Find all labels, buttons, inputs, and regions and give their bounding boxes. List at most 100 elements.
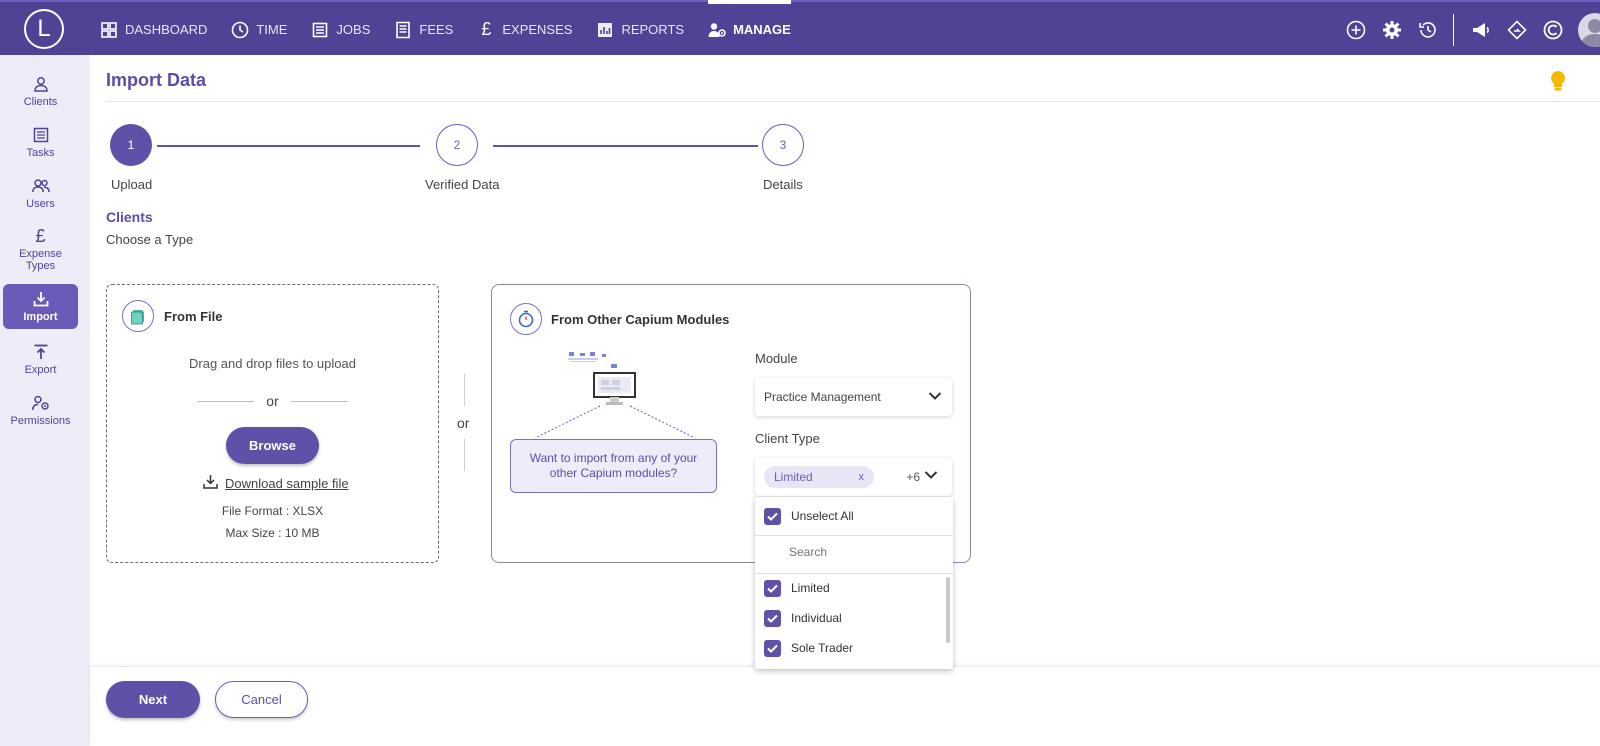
chip-remove-button[interactable]: x <box>859 471 865 483</box>
checkbox-checked-icon[interactable] <box>764 609 781 627</box>
sidebar-item-label: Expense Types <box>19 248 62 272</box>
option-sole-trader[interactable]: Sole Trader <box>755 633 953 663</box>
toolbar-divider <box>1453 13 1454 46</box>
checkbox-checked-icon[interactable] <box>764 579 781 597</box>
sidebar-item-label: Export <box>24 364 57 376</box>
or-text: or <box>266 393 279 409</box>
sidebar-item-label: Import <box>23 311 58 323</box>
cancel-button[interactable]: Cancel <box>215 681 308 718</box>
sidebar-item-label: Clients <box>23 96 58 108</box>
step-connector <box>157 145 420 147</box>
reports-icon <box>596 21 614 39</box>
client-type-chip: Limited x <box>764 466 874 488</box>
chevron-down-icon <box>924 469 938 483</box>
dashboard-icon <box>100 21 118 39</box>
from-modules-title: From Other Capium Modules <box>551 312 730 327</box>
sidebar-item-permissions[interactable]: Permissions <box>3 394 78 430</box>
vertical-divider <box>464 374 465 406</box>
option-limited[interactable]: Limited <box>755 573 953 603</box>
capium-logo-icon[interactable] <box>1542 19 1564 41</box>
download-sample-link[interactable]: Download sample file <box>203 474 349 492</box>
megaphone-icon[interactable] <box>1470 19 1492 41</box>
sidebar-item-label: Permissions <box>10 415 71 427</box>
import-icon <box>32 290 50 308</box>
history-icon[interactable] <box>1417 19 1439 41</box>
sidebar-item-tasks[interactable]: Tasks <box>3 126 78 162</box>
checkbox-checked-icon[interactable] <box>764 507 781 525</box>
client-type-select[interactable]: Limited x +6 <box>755 458 952 496</box>
dropdown-divider <box>755 535 953 536</box>
checkbox-checked-icon[interactable] <box>764 639 781 657</box>
nav-jobs[interactable]: JOBS <box>311 2 370 57</box>
chevron-down-icon <box>928 390 942 404</box>
export-icon <box>32 343 50 361</box>
step-1-circle: 1 <box>110 124 152 166</box>
tasks-icon <box>32 126 50 144</box>
extra-selected-count: +6 <box>906 470 920 484</box>
dropdown-scrollbar[interactable] <box>946 577 950 643</box>
or-divider: or <box>197 392 349 410</box>
step-number: 3 <box>779 138 787 152</box>
from-file-card[interactable] <box>106 284 439 563</box>
nav-time[interactable]: TIME <box>231 2 287 57</box>
nav-manage[interactable]: MANAGE <box>708 0 791 57</box>
gear-icon[interactable] <box>1381 19 1403 41</box>
step-number: 2 <box>453 138 461 152</box>
module-label: Module <box>755 351 798 366</box>
option-individual[interactable]: Individual <box>755 603 953 633</box>
or-line <box>290 400 349 402</box>
option-label: Sole Trader <box>791 641 854 655</box>
user-icon <box>32 75 50 93</box>
sidebar-item-import[interactable]: Import <box>3 284 78 329</box>
lightbulb-icon[interactable] <box>1548 70 1568 92</box>
or-line <box>197 400 255 402</box>
main-nav: DASHBOARD TIME JOBS FEES £ EXPENSES REPO… <box>100 0 815 57</box>
nav-label: REPORTS <box>621 22 685 37</box>
download-icon <box>203 474 218 492</box>
file-format-text: File Format : XLSX <box>221 504 324 518</box>
unselect-all-option[interactable]: Unselect All <box>755 501 953 531</box>
next-button[interactable]: Next <box>106 681 200 718</box>
step-2-label: Verified Data <box>425 177 500 192</box>
manage-users-icon <box>708 21 726 39</box>
footer-bar <box>90 666 1600 746</box>
step-2-circle: 2 <box>436 124 478 166</box>
section-title: Clients <box>106 209 153 225</box>
module-select-value: Practice Management <box>764 390 881 404</box>
sidebar-item-expense-types[interactable]: £ Expense Types <box>3 225 78 273</box>
browse-button[interactable]: Browse <box>226 427 319 464</box>
dropdown-search-input[interactable] <box>789 545 939 559</box>
nav-reports[interactable]: REPORTS <box>596 2 684 57</box>
top-right-tools <box>1331 2 1600 57</box>
client-type-label: Client Type <box>755 431 820 446</box>
routing-icon[interactable] <box>1506 19 1528 41</box>
logo-letter: L <box>37 15 51 42</box>
nav-label: TIME <box>256 22 288 37</box>
step-1-label: Upload <box>111 177 153 192</box>
option-label: Limited <box>791 581 830 595</box>
sidebar-item-clients[interactable]: Clients <box>3 75 78 111</box>
section-subtitle: Choose a Type <box>106 232 194 247</box>
sidebar-item-users[interactable]: Users <box>3 177 78 213</box>
download-sample-label: Download sample file <box>225 475 349 491</box>
nav-dashboard[interactable]: DASHBOARD <box>100 2 207 57</box>
pound-icon: £ <box>35 225 46 246</box>
user-avatar[interactable] <box>1578 12 1600 47</box>
nav-expenses[interactable]: £ EXPENSES <box>477 2 572 57</box>
sidebar-item-export[interactable]: Export <box>3 343 78 379</box>
app-logo[interactable]: L <box>24 9 64 49</box>
chip-label: Limited <box>774 470 813 484</box>
nav-label: EXPENSES <box>502 22 573 37</box>
fees-icon <box>394 21 412 39</box>
step-3-circle: 3 <box>762 124 804 166</box>
nav-label: MANAGE <box>733 22 791 37</box>
pound-icon: £ <box>481 19 492 39</box>
nav-label: FEES <box>419 22 454 37</box>
module-select[interactable]: Practice Management <box>755 378 952 416</box>
add-circle-icon[interactable] <box>1345 19 1367 41</box>
top-navbar: L DASHBOARD TIME JOBS FEES £ EXPENSES RE… <box>0 0 1600 55</box>
nav-fees[interactable]: FEES <box>394 2 453 57</box>
clock-icon <box>231 21 249 39</box>
drag-drop-text: Drag and drop files to upload <box>189 356 356 371</box>
title-divider <box>106 101 1600 102</box>
